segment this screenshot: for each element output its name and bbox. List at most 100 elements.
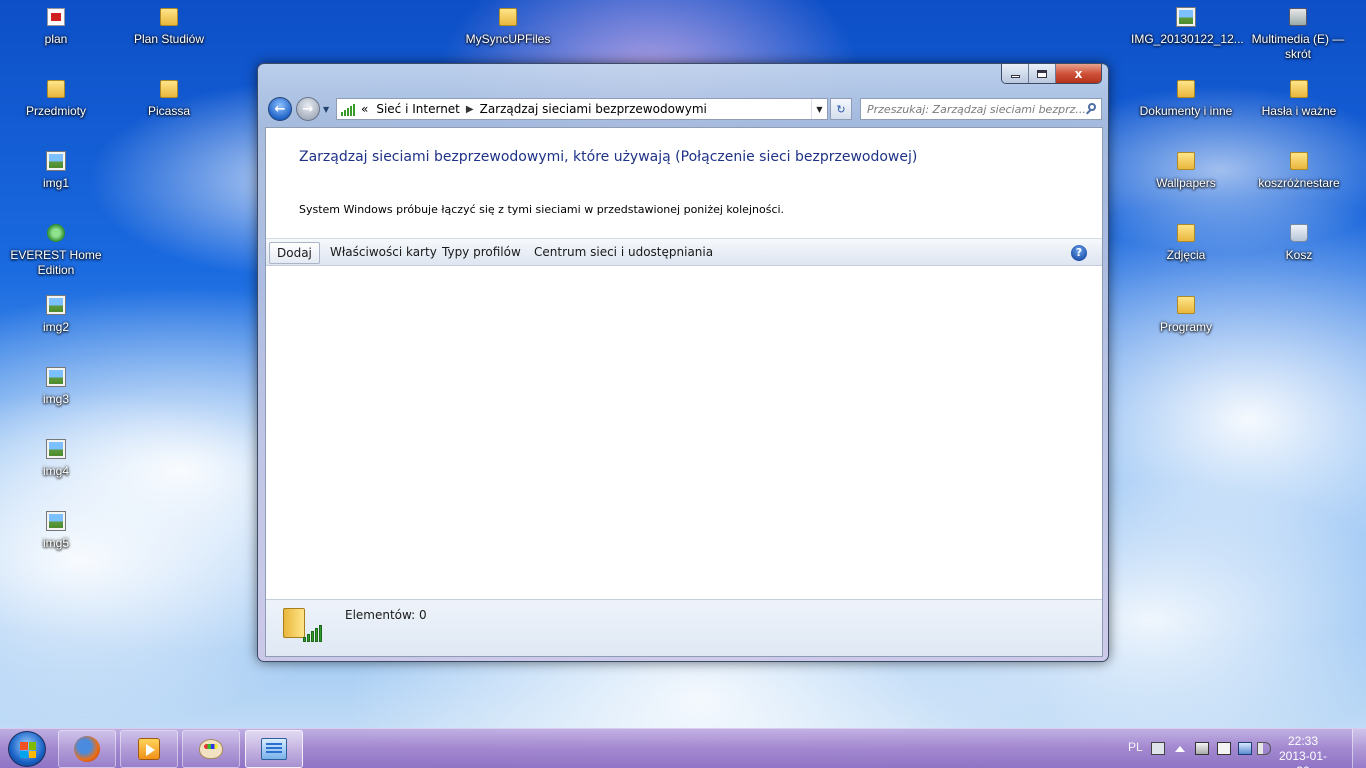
forward-button[interactable]: → (296, 97, 320, 121)
add-button[interactable]: Dodaj (269, 242, 320, 264)
help-icon[interactable]: ? (1071, 245, 1087, 261)
desktop-icon-img5[interactable]: img5 (6, 511, 106, 551)
image-file-icon (1176, 7, 1196, 27)
close-button[interactable]: x (1056, 64, 1101, 83)
desktop-icon-dokumenty-i-inne[interactable]: Dokumenty i inne (1136, 80, 1236, 119)
network-icon[interactable] (1238, 742, 1252, 755)
desktop-icon-label: img5 (42, 536, 69, 550)
desktop-icon-label: Wallpapers (1156, 176, 1216, 190)
taskbar-paint[interactable] (182, 730, 240, 768)
refresh-icon: ↻ (836, 102, 846, 116)
start-button[interactable] (8, 731, 46, 767)
desktop-icon-zdjecia[interactable]: Zdjęcia (1136, 224, 1236, 263)
folder-icon (47, 80, 65, 98)
desktop-icon-label: Programy (1159, 320, 1212, 334)
desktop-icon-koszroznestare[interactable]: koszróżnestare (1249, 152, 1349, 191)
media-player-icon (138, 738, 160, 760)
desktop-icon-label: img3 (42, 392, 69, 406)
recent-pages-dropdown[interactable]: ▼ (323, 105, 329, 114)
desktop-icon-label: img1 (42, 176, 69, 190)
desktop-icon-plan-studiow[interactable]: Plan Studiów (119, 8, 219, 47)
page-description: System Windows próbuje łączyć się z tymi… (299, 203, 785, 216)
clock[interactable]: 22:33 2013-01-30 (1273, 734, 1333, 768)
desktop-icon-label: Picassa (147, 104, 191, 118)
desktop-icon-img1[interactable]: img1 (6, 151, 106, 191)
desktop-icon-mysyncupfiles[interactable]: MySyncUPFiles (458, 8, 558, 47)
desktop-icon-programy[interactable]: Programy (1136, 296, 1236, 335)
keyboard-icon[interactable] (1151, 742, 1165, 755)
desktop-icon-img-20130122[interactable]: IMG_20130122_12... (1131, 7, 1244, 47)
search-icon[interactable] (1085, 101, 1101, 117)
desktop-icon-kosz[interactable]: Kosz (1249, 224, 1349, 263)
minimize-button[interactable] (1002, 64, 1029, 83)
image-file-icon (46, 151, 66, 171)
desktop-icon-everest[interactable]: EVEREST Home Edition (6, 224, 106, 278)
image-file-icon (46, 439, 66, 459)
arrow-right-icon: → (302, 101, 314, 117)
taskbar-media-player[interactable] (120, 730, 178, 768)
address-dropdown-icon[interactable]: ▼ (811, 99, 827, 119)
profile-types-button[interactable]: Typy profilów (435, 242, 528, 264)
desktop-icon-label: koszróżnestare (1258, 176, 1340, 190)
desktop-icon-label: MySyncUPFiles (465, 32, 551, 46)
breadcrumb-zarzadzaj-sieciami[interactable]: Zarządzaj sieciami bezprzewodowymi (480, 102, 707, 116)
show-desktop-button[interactable] (1352, 729, 1366, 768)
desktop-icon-picassa[interactable]: Picassa (119, 80, 219, 119)
item-count: Elementów: 0 (345, 608, 427, 622)
desktop-icon-img4[interactable]: img4 (6, 439, 106, 479)
taskbar: PL 22:33 2013-01-30 (0, 728, 1366, 768)
search-input[interactable] (867, 100, 1085, 118)
folder-icon (1290, 80, 1308, 98)
desktop-icon-label: EVEREST Home Edition (10, 248, 102, 277)
everest-app-icon (47, 224, 65, 242)
wireless-networks-folder-icon (283, 606, 325, 648)
clock-date: 2013-01-30 (1278, 749, 1328, 768)
desktop-icon-label: img2 (42, 320, 69, 334)
networks-list[interactable] (266, 268, 1102, 600)
folder-icon (1177, 224, 1195, 242)
close-icon: x (1074, 66, 1083, 81)
show-hidden-icons-icon[interactable] (1175, 746, 1185, 752)
folder-icon (160, 8, 178, 26)
desktop-icon-label: Kosz (1285, 248, 1313, 262)
desktop-icon-img3[interactable]: img3 (6, 367, 106, 407)
desktop-icon-img2[interactable]: img2 (6, 295, 106, 335)
minimize-icon (1010, 75, 1020, 78)
folder-icon (1290, 152, 1308, 170)
back-button[interactable]: ← (268, 97, 292, 121)
desktop-icon-multimedia-e[interactable]: Multimedia (E) — skrót (1248, 8, 1348, 62)
adapter-properties-button[interactable]: Właściwości karty (323, 242, 444, 264)
address-overflow-chevron[interactable]: « (361, 102, 368, 116)
action-center-icon[interactable] (1217, 742, 1231, 755)
arrow-left-icon: ← (274, 101, 286, 117)
image-file-icon (46, 295, 66, 315)
caption-buttons: x (1001, 64, 1102, 84)
search-box[interactable] (860, 98, 1102, 120)
content-pane: Zarządzaj sieciami bezprzewodowymi, któr… (265, 127, 1103, 657)
address-bar[interactable]: « Sieć i Internet ▶ Zarządzaj sieciami b… (336, 98, 828, 120)
volume-icon[interactable] (1257, 742, 1271, 755)
desktop-icon-wallpapers[interactable]: Wallpapers (1136, 152, 1236, 191)
folder-icon (1177, 80, 1195, 98)
taskbar-firefox[interactable] (58, 730, 116, 768)
refresh-button[interactable]: ↻ (830, 98, 852, 120)
breadcrumb-siec-i-internet[interactable]: Sieć i Internet (376, 102, 460, 116)
taskbar-control-panel[interactable] (245, 730, 303, 768)
folder-icon (1177, 152, 1195, 170)
usb-device-icon[interactable] (1195, 742, 1209, 755)
desktop-icon-label: IMG_20130122_12... (1131, 32, 1244, 46)
recycle-bin-icon (1290, 224, 1308, 242)
details-pane: Elementów: 0 (266, 599, 1102, 656)
desktop-icon-label: plan (44, 32, 68, 46)
breadcrumb-separator-icon[interactable]: ▶ (466, 104, 474, 115)
folder-icon (1177, 296, 1195, 314)
desktop-icon-plan[interactable]: plan (6, 8, 106, 47)
page-title: Zarządzaj sieciami bezprzewodowymi, któr… (299, 149, 918, 165)
network-sharing-center-button[interactable]: Centrum sieci i udostępniania (527, 242, 720, 264)
desktop-icon-hasla-i-wazne[interactable]: Hasła i ważne (1249, 80, 1349, 119)
language-indicator[interactable]: PL (1128, 740, 1143, 754)
desktop-icon-przedmioty[interactable]: Przedmioty (6, 80, 106, 119)
folder-shortcut-icon (160, 80, 178, 98)
desktop-icon-label: Hasła i ważne (1261, 104, 1337, 118)
maximize-button[interactable] (1029, 64, 1056, 83)
